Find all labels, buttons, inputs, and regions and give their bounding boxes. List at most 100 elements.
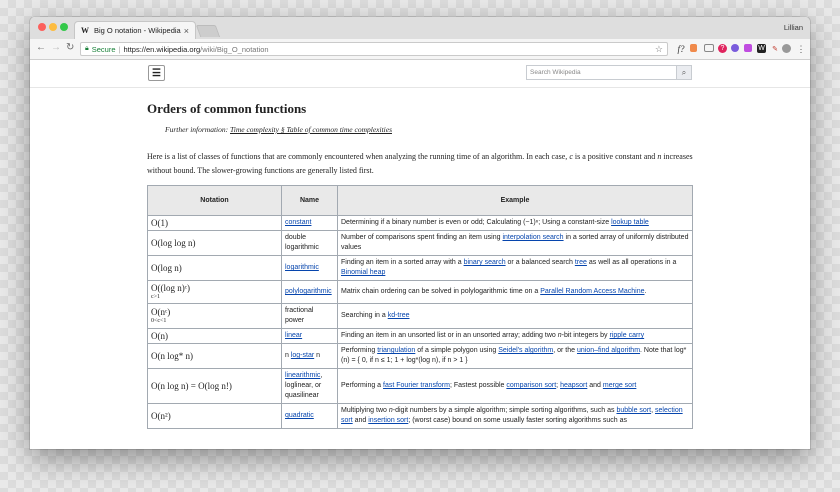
profile-name[interactable]: Lillian — [784, 23, 803, 32]
maximize-window-button[interactable] — [60, 23, 68, 31]
example-link[interactable]: fast Fourier transform — [383, 382, 450, 389]
name-link[interactable]: constant — [285, 219, 311, 226]
example-link[interactable]: kd-tree — [388, 312, 410, 319]
address-bar[interactable]: 🔒︎ Secure | https://en.wikipedia.org /wi… — [80, 42, 668, 56]
name-link[interactable]: linear — [285, 332, 302, 339]
wikipedia-favicon-icon: W — [81, 26, 89, 35]
example-text: or a balanced search — [505, 259, 575, 266]
browser-menu-icon[interactable]: ⋮ — [796, 44, 806, 54]
table-row: O(log n) logarithmic Finding an item in a … — [147, 255, 693, 281]
notation-cell: O(n²) — [147, 403, 282, 429]
example-link[interactable]: union–find algorithm — [577, 347, 640, 354]
example-cell: Finding an item in a sorted array with a… — [337, 255, 693, 281]
search-input[interactable]: Search Wikipedia ⌕ — [526, 65, 692, 80]
tab-close-icon[interactable]: × — [184, 26, 189, 36]
bookmark-star-icon[interactable]: ☆ — [655, 44, 663, 55]
example-link[interactable]: lookup table — [611, 219, 649, 226]
name-link[interactable]: log-star — [291, 352, 314, 359]
example-text: Performing — [341, 347, 378, 354]
name-cell: logarithmic — [281, 255, 338, 281]
lock-icon: 🔒︎ — [85, 45, 89, 52]
example-text: Number of comparisons spent finding an i… — [341, 234, 503, 241]
formula-extension-icon[interactable]: f? — [676, 44, 686, 54]
name-link[interactable]: logarithmic — [285, 264, 319, 271]
purple-extension-icon[interactable] — [731, 44, 739, 52]
header-name[interactable]: Name — [281, 185, 338, 216]
magenta-extension-icon[interactable] — [744, 44, 752, 52]
example-link[interactable]: Seidel's algorithm — [498, 347, 553, 354]
hamburger-menu-icon[interactable]: ☰ — [148, 65, 165, 81]
new-tab-button[interactable] — [195, 25, 221, 37]
forward-arrow-icon[interactable]: → — [51, 42, 61, 53]
name-link[interactable]: polylogarithmic — [285, 288, 332, 295]
example-cell: Performing a fast Fourier transform; Fas… — [337, 368, 693, 404]
example-link[interactable]: bubble sort — [616, 407, 651, 414]
notation-value: O(1) — [151, 218, 168, 228]
reload-icon[interactable]: ↻ — [66, 42, 74, 53]
example-link[interactable]: interpolation search — [502, 234, 563, 241]
example-link[interactable]: merge sort — [603, 382, 636, 389]
example-link[interactable]: tree — [575, 259, 587, 266]
example-text: Determining if a binary number is even o… — [341, 219, 524, 226]
further-information: Further information: Time complexity § T… — [165, 125, 693, 134]
example-text: and — [587, 382, 603, 389]
example-link[interactable]: heapsort — [560, 382, 587, 389]
notation-value: O(nᶜ) — [151, 307, 171, 317]
pen-extension-icon[interactable]: ✎ — [770, 44, 780, 54]
example-text: Searching in a — [341, 312, 388, 319]
example-text: Finding an item in a sorted array with a — [341, 259, 464, 266]
example-cell: Performing triangulation of a simple pol… — [337, 343, 693, 369]
section-heading: Orders of common functions — [147, 101, 307, 116]
url-path: /wiki/Big_O_notation — [200, 44, 269, 54]
browser-tab[interactable]: W Big O notation - Wikipedia × — [74, 21, 196, 39]
table-body: O(1) constant Determining if a binary numb… — [147, 215, 693, 429]
table-row: O((log n)ᶜ) c>1 polylogarithmic Matrix chai… — [147, 280, 693, 304]
example-text: Performing a — [341, 382, 384, 389]
name-link[interactable]: linearithmic — [285, 372, 320, 379]
name-cell: fractional power — [281, 303, 338, 329]
close-window-button[interactable] — [38, 23, 46, 31]
table-row: O(n²) quadratic Multiplying two n-digit nu… — [147, 403, 693, 429]
example-link[interactable]: comparison sort — [506, 382, 556, 389]
header-notation[interactable]: Notation — [147, 185, 282, 216]
url-host: https://en.wikipedia.org — [123, 44, 201, 54]
notation-condition: c>1 — [151, 294, 161, 300]
example-cell: Determining if a binary number is even o… — [337, 215, 693, 231]
name-text: n — [314, 352, 321, 359]
cast-icon[interactable] — [704, 44, 714, 52]
wikipedia-extension-icon[interactable]: W — [757, 44, 766, 53]
bookmark-extension-icon[interactable] — [690, 44, 697, 52]
example-text: (−1)ⁿ — [523, 219, 539, 226]
notation-cell: O(n log n) = O(log n!) — [147, 368, 282, 404]
header-example[interactable]: Example — [337, 185, 693, 216]
further-link[interactable]: Time complexity § Table of common time c… — [230, 125, 392, 134]
account-avatar-icon[interactable] — [782, 44, 791, 53]
name-cell: n log-star n — [281, 343, 338, 369]
example-link[interactable]: Parallel Random Access Machine — [540, 288, 644, 295]
secure-label: Secure — [91, 44, 116, 54]
minimize-window-button[interactable] — [49, 23, 57, 31]
help-extension-icon[interactable]: ? — [718, 44, 727, 53]
intro-text-2: is a positive constant and — [574, 152, 656, 161]
example-text: Finding an item in an unsorted list or i… — [341, 332, 558, 339]
example-cell: Finding an item in an unsorted list or i… — [337, 328, 693, 344]
example-link[interactable]: ripple carry — [610, 332, 645, 339]
example-text: ; (worst case) bound on some usually fas… — [408, 417, 627, 424]
name-link[interactable]: quadratic — [285, 412, 314, 419]
table-row: O(n) linear Finding an item in an unsorted… — [147, 328, 693, 344]
name-text: fractional power — [285, 307, 314, 324]
example-link[interactable]: triangulation — [377, 347, 415, 354]
intro-var-n: n — [657, 152, 662, 161]
example-link[interactable]: binary search — [464, 259, 506, 266]
example-link[interactable]: Binomial heap — [341, 269, 385, 276]
search-icon[interactable]: ⌕ — [676, 66, 691, 79]
example-text: Multiplying two — [341, 407, 389, 414]
example-link[interactable]: insertion sort — [368, 417, 408, 424]
notation-value: O(n²) — [151, 411, 171, 421]
notation-value: O((log n)ᶜ) — [151, 283, 191, 293]
notation-cell: O(nᶜ) 0<c<1 — [147, 303, 282, 329]
example-text: as well as all operations in a — [586, 259, 677, 266]
table-row: O(log log n) double logarithmic Number of … — [147, 230, 693, 256]
back-arrow-icon[interactable]: ← — [36, 42, 46, 53]
name-cell: linearithmic, loglinear, or quasilinear — [281, 368, 338, 404]
